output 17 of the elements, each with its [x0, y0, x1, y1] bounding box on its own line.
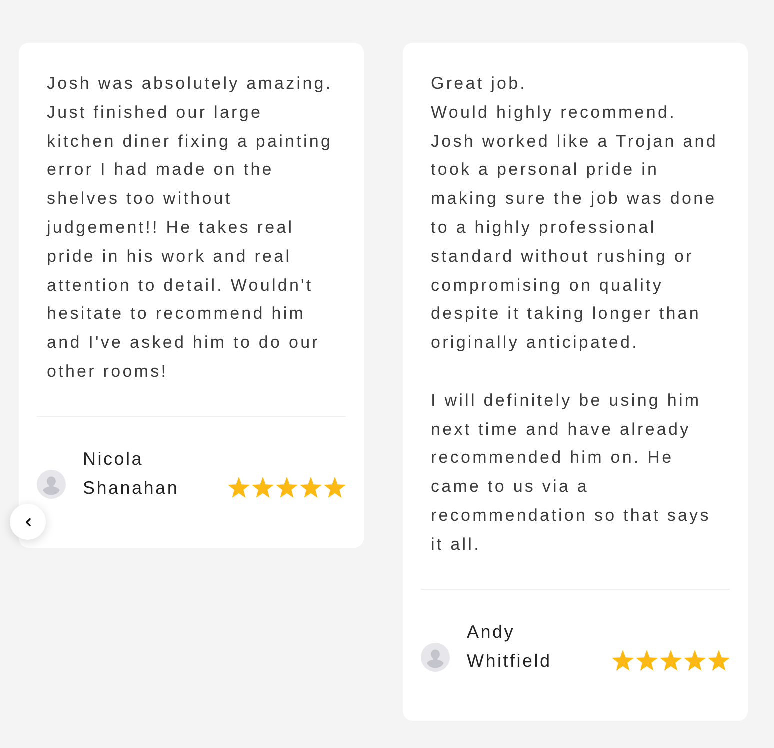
avatar-icon	[37, 470, 66, 499]
star-icon	[276, 476, 298, 498]
review-text: Josh was absolutely amazing. Just finished our large kitchen diner fixing a painting error I had made on the shelves too without judgement!! He takes real pride in his work and real attention to detail. Wouldn't hesitate to recommend him and I've asked him to do our other rooms!	[46, 73, 334, 383]
star-icon	[252, 476, 274, 498]
star-icon	[612, 650, 634, 671]
star-icon	[300, 476, 322, 498]
star-icon	[228, 476, 250, 498]
reviewer-name: Nicola Shanahan	[83, 448, 180, 500]
star-icon	[324, 476, 346, 498]
star-icon	[684, 650, 706, 671]
star-icon	[636, 650, 658, 671]
previous-button[interactable]	[10, 504, 46, 540]
star-icon	[708, 650, 730, 671]
reviewer-name: Andy Whitfield	[467, 620, 553, 673]
avatar-icon	[421, 642, 450, 672]
star-icon	[660, 650, 682, 671]
review-text: Great job. Would highly recommend. Josh worked like a Trojan and took a personal pride in making sure the job was done to a highly professional standard without rushing or compromising on quality despite it taking longer than originally anticipated. I will definitely be using him next time and have already recommended him on. He came to us via a recommendation so that says it all.	[430, 73, 719, 556]
